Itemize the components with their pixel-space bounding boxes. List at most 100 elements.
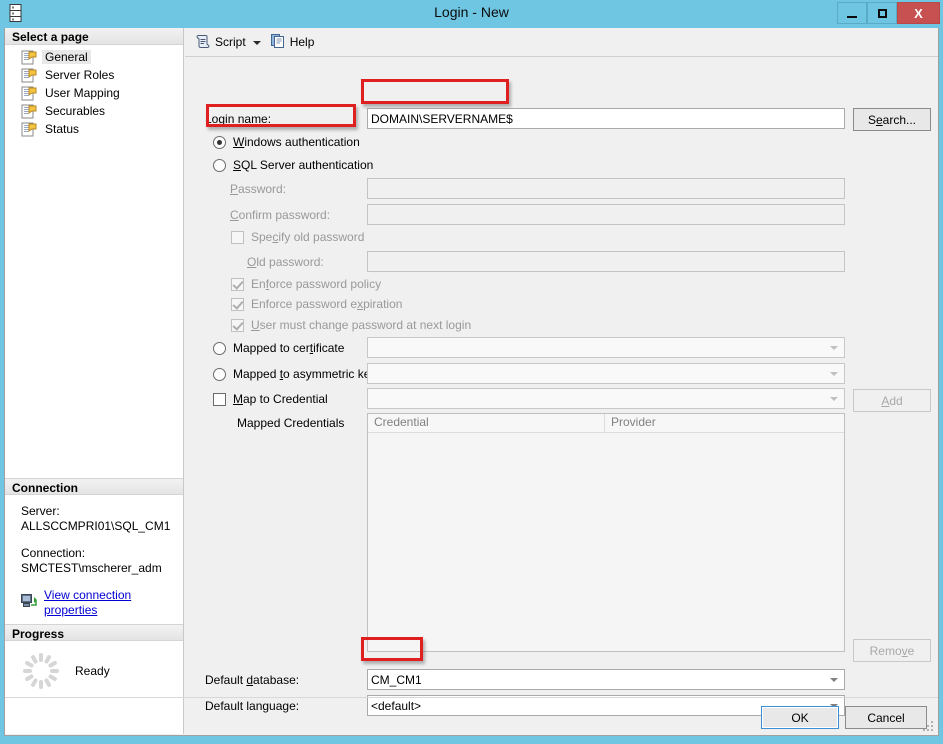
enforce-password-policy-label: Enforce password policy <box>251 277 382 291</box>
sidebar-item-label: Securables <box>45 104 106 118</box>
default-database-label: Default database: <box>205 673 300 687</box>
help-icon <box>270 33 286 52</box>
chevron-down-icon <box>830 677 838 682</box>
page-icon <box>21 50 37 65</box>
old-password-label: Old password: <box>247 255 324 269</box>
windows-authentication-label: Windows authentication <box>233 135 360 149</box>
add-credential-button[interactable]: Add <box>853 389 931 412</box>
connection-value: SMCTEST\mscherer_adm <box>21 561 162 575</box>
close-button[interactable]: X <box>897 2 940 24</box>
column-header-credential[interactable]: Credential <box>368 414 605 432</box>
radio-indicator <box>213 158 226 172</box>
password-input[interactable] <box>367 178 845 199</box>
dialog-client-area: Select a page General Server Roles User … <box>4 28 939 736</box>
mapped-to-asymmetric-key-combo[interactable] <box>367 363 845 384</box>
search-button[interactable]: Search... <box>853 108 931 131</box>
column-header-provider[interactable]: Provider <box>605 414 844 432</box>
help-label: Help <box>289 35 315 49</box>
general-page-form: Login name: Search... Windows authentica… <box>185 58 938 716</box>
chevron-down-icon <box>830 371 838 376</box>
old-password-input[interactable] <box>367 251 845 272</box>
view-connection-properties-row[interactable]: View connection properties <box>21 588 183 618</box>
sidebar-item-general[interactable]: General <box>5 48 183 66</box>
sql-authentication-label: SQL Server authentication <box>233 158 374 172</box>
add-button-label: Add <box>881 393 903 408</box>
sidebar-item-user-mapping[interactable]: User Mapping <box>5 84 183 102</box>
page-list: General Server Roles User Mapping Secura… <box>5 48 183 138</box>
page-icon <box>21 104 37 119</box>
mapped-to-asymmetric-key-radio[interactable]: Mapped to asymmetric key <box>213 367 376 381</box>
dialog-footer: OK Cancel <box>5 697 938 735</box>
mapped-to-certificate-radio[interactable]: Mapped to certificate <box>213 341 344 355</box>
view-connection-properties-link[interactable]: View connection properties <box>44 588 183 618</box>
connection-properties-icon <box>21 594 38 612</box>
script-icon <box>195 33 211 52</box>
enforce-password-expiration-checkbox[interactable]: Enforce password expiration <box>231 297 402 311</box>
connection-label: Connection: <box>21 546 86 560</box>
login-new-dialog: Login - New X Select a page General Serv… <box>0 0 943 744</box>
progress-status: Ready <box>75 664 110 678</box>
ok-button[interactable]: OK <box>761 706 839 729</box>
connection-info: Connection: SMCTEST\mscherer_adm <box>21 546 183 576</box>
sidebar-item-label: Server Roles <box>45 68 115 82</box>
sidebar-item-securables[interactable]: Securables <box>5 102 183 120</box>
listview-header: Credential Provider <box>368 414 844 433</box>
title-bar: Login - New X <box>0 0 943 28</box>
user-must-change-password-checkbox[interactable]: User must change password at next login <box>231 318 471 332</box>
window-title: Login - New <box>434 4 509 20</box>
remove-credential-button[interactable]: Remove <box>853 639 931 662</box>
script-button[interactable]: Script <box>190 31 251 53</box>
maximize-button[interactable] <box>867 2 897 24</box>
progress-header: Progress <box>5 624 183 641</box>
mapped-credentials-label: Mapped Credentials <box>237 416 345 430</box>
mapped-credentials-listview[interactable]: Credential Provider <box>367 413 845 652</box>
checkbox-indicator <box>231 318 244 332</box>
server-value: ALLSCCMPRI01\SQL_CM1 <box>21 519 171 533</box>
sidebar-item-label: Status <box>45 122 80 136</box>
radio-indicator <box>213 135 226 149</box>
page-icon <box>21 122 37 137</box>
sidebar-item-status[interactable]: Status <box>5 120 183 138</box>
select-page-pane: Select a page General Server Roles User … <box>5 28 184 734</box>
chevron-down-icon[interactable] <box>252 41 261 45</box>
connection-header: Connection <box>5 478 183 495</box>
mapped-to-asymmetric-key-label: Mapped to asymmetric key <box>233 367 377 381</box>
specify-old-password-checkbox[interactable]: Specify old password <box>231 230 364 244</box>
select-page-header: Select a page <box>5 28 183 45</box>
minimize-icon <box>847 15 857 18</box>
login-name-input[interactable] <box>367 108 845 129</box>
sidebar-item-server-roles[interactable]: Server Roles <box>5 66 183 84</box>
cancel-button[interactable]: Cancel <box>845 706 927 729</box>
checkbox-indicator <box>231 277 244 291</box>
login-name-label: Login name: <box>205 112 272 126</box>
server-info: Server: ALLSCCMPRI01\SQL_CM1 <box>21 504 183 534</box>
confirm-password-input[interactable] <box>367 204 845 225</box>
map-to-credential-combo[interactable] <box>367 388 845 409</box>
page-icon <box>21 68 37 83</box>
checkbox-indicator <box>231 230 244 244</box>
specify-old-password-label: Specify old password <box>251 230 365 244</box>
windows-authentication-radio[interactable]: Windows authentication <box>213 135 360 149</box>
enforce-password-expiration-label: Enforce password expiration <box>251 297 403 311</box>
script-label: Script <box>215 35 246 49</box>
resize-grip[interactable] <box>923 721 935 733</box>
help-button[interactable]: Help <box>265 31 320 53</box>
sidebar-item-label: General <box>42 50 91 64</box>
window-controls: X <box>837 2 940 24</box>
server-label: Server: <box>21 504 60 518</box>
checkbox-indicator <box>213 392 226 406</box>
enforce-password-policy-checkbox[interactable]: Enforce password policy <box>231 277 381 291</box>
default-database-combo[interactable]: CM_CM1 <box>367 669 845 690</box>
minimize-button[interactable] <box>837 2 867 24</box>
remove-button-label: Remove <box>869 643 915 658</box>
chevron-down-icon <box>830 345 838 350</box>
connection-section: Connection Server: ALLSCCMPRI01\SQL_CM1 … <box>5 478 183 689</box>
mapped-to-certificate-combo[interactable] <box>367 337 845 358</box>
search-button-label: Search... <box>867 112 917 127</box>
default-database-value: CM_CM1 <box>371 672 422 687</box>
checkbox-indicator <box>231 297 244 311</box>
mapped-to-certificate-label: Mapped to certificate <box>233 341 345 355</box>
map-to-credential-checkbox[interactable]: Map to Credential <box>213 392 328 406</box>
connection-body: Server: ALLSCCMPRI01\SQL_CM1 Connection:… <box>5 495 183 624</box>
sql-authentication-radio[interactable]: SQL Server authentication <box>213 158 373 172</box>
